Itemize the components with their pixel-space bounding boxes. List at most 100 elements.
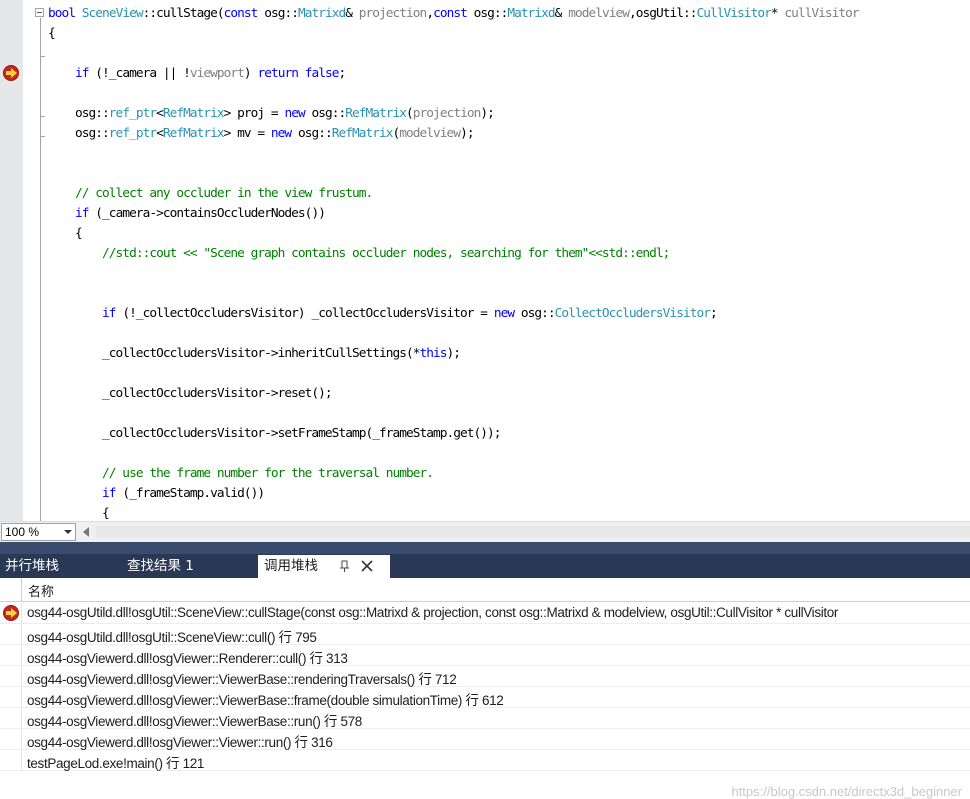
code-token: osg:: — [257, 6, 299, 21]
tabstrip-titlebar — [0, 542, 970, 554]
code-token: RefMatrix — [345, 106, 407, 121]
horizontal-scrollbar[interactable] — [96, 526, 970, 538]
code-token: ; — [338, 66, 347, 81]
code-token: CullVisitor — [696, 6, 772, 21]
frame-icon-cell — [0, 645, 22, 666]
frame-icon-cell — [0, 603, 22, 624]
table-row[interactable]: osg44-osgViewerd.dll!osgViewer::ViewerBa… — [0, 666, 970, 687]
frame-name: osg44-osgViewerd.dll!osgViewer::Viewer::… — [27, 735, 333, 750]
frame-icon-cell — [0, 687, 22, 708]
code-token: ::cullStage( — [142, 6, 225, 21]
current-frame-arrow-icon — [3, 605, 19, 621]
code-line[interactable]: bool SceneView::cullStage(const osg::Mat… — [48, 4, 860, 24]
outline-tick — [40, 136, 45, 137]
table-row[interactable]: osg44-osgViewerd.dll!osgViewer::ViewerBa… — [0, 687, 970, 708]
editor-zoom-bar: 100 % — [0, 521, 970, 542]
code-token: (_camera->containsOccluderNodes()) — [88, 206, 326, 221]
code-line[interactable]: _collectOccludersVisitor->setFrameStamp(… — [48, 424, 501, 444]
call-stack-grid[interactable]: 名称 osg44-osgUtild.dll!osgUtil::SceneView… — [0, 578, 970, 799]
code-token: ); — [460, 126, 474, 141]
column-header-name[interactable]: 名称 — [28, 581, 54, 600]
code-token: ref_ptr — [108, 106, 157, 121]
code-line[interactable]: if (_camera->containsOccluderNodes()) — [48, 204, 326, 224]
tab-call-stack-label: 调用堆栈 — [264, 558, 318, 574]
chevron-down-icon — [64, 530, 72, 534]
code-token: modelview — [399, 126, 461, 141]
outline-tick — [40, 56, 45, 57]
table-row[interactable]: osg44-osgUtild.dll!osgUtil::SceneView::c… — [0, 624, 970, 645]
code-line[interactable]: osg::ref_ptr<RefMatrix> proj = new osg::… — [48, 104, 495, 124]
code-token: { — [48, 506, 110, 521]
scroll-left-icon[interactable] — [83, 527, 89, 537]
code-token: & — [554, 6, 569, 21]
zoom-level-value: 100 % — [5, 525, 40, 539]
code-token: new — [493, 306, 515, 321]
watermark-text: https://blog.csdn.net/directx3d_beginner — [731, 784, 962, 799]
code-token: SceneView — [81, 6, 144, 21]
code-line[interactable]: _collectOccludersVisitor->reset(); — [48, 384, 333, 404]
code-line[interactable]: { — [48, 224, 83, 244]
code-token: cullVisitor — [784, 6, 859, 21]
code-line[interactable]: if (!_collectOccludersVisitor) _collectO… — [48, 304, 718, 324]
code-line[interactable]: if (_frameStamp.valid()) — [48, 484, 265, 504]
code-line[interactable]: // use the frame number for the traversa… — [48, 464, 434, 484]
code-token: Matrixd — [507, 6, 555, 21]
code-token: CollectOccludersVisitor — [554, 306, 711, 321]
frame-name: osg44-osgViewerd.dll!osgViewer::ViewerBa… — [27, 693, 504, 708]
code-token: if — [102, 306, 116, 321]
code-token: osg:: — [466, 6, 509, 21]
table-row[interactable]: osg44-osgViewerd.dll!osgViewer::Renderer… — [0, 645, 970, 666]
code-token: < — [156, 126, 164, 141]
frame-name: osg44-osgUtild.dll!osgUtil::SceneView::c… — [27, 605, 839, 620]
frame-icon-cell — [0, 729, 22, 750]
frame-icon-cell — [0, 708, 22, 729]
zoom-level-select[interactable]: 100 % — [1, 523, 76, 541]
code-line[interactable]: // collect any occluder in the view frus… — [48, 184, 373, 204]
grid-header: 名称 — [0, 578, 970, 602]
code-line[interactable]: osg::ref_ptr<RefMatrix> mv = new osg::Re… — [48, 124, 474, 144]
frame-icon-cell — [0, 666, 22, 687]
code-token: (!_collectOccludersVisitor) _collectOccl… — [115, 306, 494, 321]
outline-tick — [40, 116, 45, 117]
code-token: { — [48, 226, 83, 241]
close-icon[interactable] — [360, 559, 374, 573]
code-token: if — [102, 486, 116, 501]
icon-column-header[interactable] — [0, 578, 22, 602]
code-token: ); — [480, 106, 494, 121]
code-line[interactable]: { — [48, 504, 110, 521]
code-token: bool — [48, 6, 76, 21]
tab-find-results-1[interactable]: 查找结果 1 — [127, 555, 194, 578]
code-token: ; — [709, 306, 718, 321]
tool-window-tabstrip: 并行堆栈 查找结果 1 调用堆栈 — [0, 542, 970, 578]
table-row[interactable]: testPageLod.exe!main() 行 121 — [0, 750, 970, 771]
code-token: modelview — [568, 6, 630, 21]
outline-line — [40, 18, 41, 521]
code-line[interactable]: if (!_camera || !viewport) return false; — [48, 64, 347, 84]
code-token: Matrixd — [297, 6, 346, 21]
table-row[interactable]: osg44-osgUtild.dll!osgUtil::SceneView::c… — [0, 603, 970, 624]
table-row[interactable]: osg44-osgViewerd.dll!osgViewer::Viewer::… — [0, 729, 970, 750]
code-line[interactable]: _collectOccludersVisitor->inheritCullSet… — [48, 344, 461, 364]
code-token: ,osgUtil:: — [628, 6, 697, 21]
code-token: osg:: — [304, 106, 346, 121]
code-token: ref_ptr — [108, 126, 157, 141]
pin-icon[interactable] — [338, 560, 350, 572]
code-editor[interactable]: bool SceneView::cullStage(const osg::Mat… — [0, 0, 970, 521]
current-statement-arrow-icon — [3, 65, 19, 81]
code-token: if — [75, 206, 89, 221]
code-token: RefMatrix — [162, 106, 225, 121]
table-row[interactable]: osg44-osgViewerd.dll!osgViewer::ViewerBa… — [0, 708, 970, 729]
tab-parallel-stacks[interactable]: 并行堆栈 — [5, 555, 59, 578]
code-token: & — [345, 6, 359, 21]
code-line[interactable]: { — [48, 24, 56, 44]
code-token: < — [156, 106, 164, 121]
collapse-minus-icon[interactable] — [35, 8, 44, 17]
code-token: if — [75, 66, 89, 81]
code-line[interactable]: //std::cout << "Scene graph contains occ… — [48, 244, 670, 264]
